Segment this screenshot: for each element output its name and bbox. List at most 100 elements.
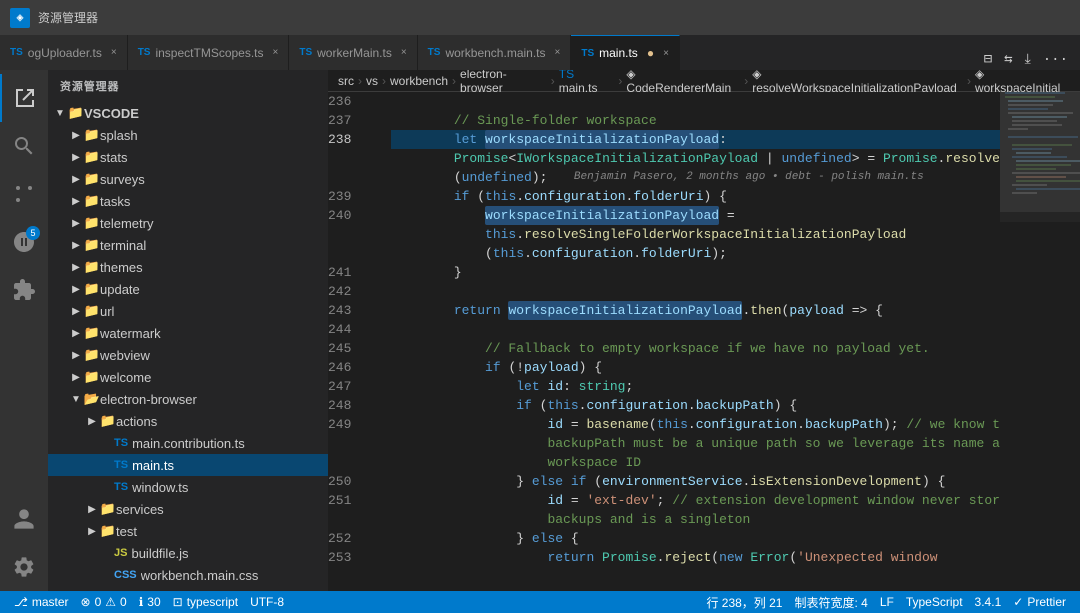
ts-file-icon: TS [114, 459, 128, 471]
collapse-icon[interactable]: ⤓ [1021, 50, 1035, 70]
line-num-236: 236 [328, 92, 367, 111]
tree-item-url[interactable]: ▶ 📁 url [48, 300, 328, 322]
activity-icon-account[interactable] [0, 495, 48, 543]
tree-item-vscode[interactable]: ▼ 📁 VSCODE [48, 102, 328, 124]
line-num-242: 242 [328, 282, 367, 301]
tree-item-stats[interactable]: ▶ 📁 stats [48, 146, 328, 168]
tab-workermain-close[interactable]: × [401, 47, 407, 58]
code-line-250: } else if (environmentService.isExtensio… [391, 472, 1000, 491]
status-language-file[interactable]: ⊡ typescript [167, 591, 244, 613]
breadcrumb-maints[interactable]: TS main.ts [559, 70, 615, 95]
activity-icon-search[interactable] [0, 122, 48, 170]
tree-item-actions[interactable]: ▶ 📁 actions [48, 410, 328, 432]
activity-icon-settings[interactable] [0, 543, 48, 591]
activity-icon-extensions[interactable] [0, 266, 48, 314]
no-arrow [98, 454, 114, 476]
line-num-248: 248 [328, 396, 367, 415]
line-num-240c [328, 244, 367, 263]
tree-item-tasks[interactable]: ▶ 📁 tasks [48, 190, 328, 212]
status-info[interactable]: ℹ 30 [133, 591, 167, 613]
tab-loguploader-close[interactable]: × [111, 47, 117, 58]
folder-icon: 📁 [84, 366, 100, 388]
ellipsis-icon[interactable]: ··· [1039, 50, 1072, 70]
no-arrow [98, 542, 114, 564]
breadcrumb-sep5: › [618, 74, 622, 88]
status-language-mode-label: TypeScript [906, 595, 963, 609]
breadcrumb-vs[interactable]: vs [366, 74, 378, 88]
line-num-239-blank2 [328, 168, 367, 187]
language-file-icon: ⊡ [173, 595, 183, 609]
breadcrumb-workspace[interactable]: ◈ workspaceInitial [975, 70, 1070, 95]
tree-item-themes[interactable]: ▶ 📁 themes [48, 256, 328, 278]
line-numbers: 236 237 238 239 240 241 242 243 [328, 92, 383, 591]
tree-item-electron-browser[interactable]: ▼ 📂 electron-browser [48, 388, 328, 410]
line-num-240b [328, 225, 367, 244]
title-text: 资源管理器 [38, 9, 98, 26]
code-scroll[interactable]: 236 237 238 239 240 241 242 243 [328, 92, 1000, 591]
activity-icon-git[interactable] [0, 170, 48, 218]
tab-workbenchmain[interactable]: TS workbench.main.ts × [418, 35, 572, 70]
tabs-bar: TS ogUploader.ts × TS inspectTMScopes.ts… [0, 35, 1080, 70]
tab-inspect[interactable]: TS inspectTMScopes.ts × [128, 35, 290, 70]
tree-item-surveys[interactable]: ▶ 📁 surveys [48, 168, 328, 190]
breadcrumb-coderenderer[interactable]: ◈ CodeRendererMain [626, 70, 740, 95]
status-prettier[interactable]: ✓ Prettier [1007, 591, 1072, 613]
more-tabs-icon[interactable]: ⇆ [1000, 49, 1016, 70]
tab-ts-icon: TS [10, 47, 23, 58]
breadcrumb-sep6: › [744, 74, 748, 88]
app-icon: ◈ [10, 8, 30, 28]
code-line-249: id = basename(this.configuration.backupP… [391, 415, 1000, 434]
code-line-252: } else { [391, 529, 1000, 548]
workbench-main-css-label: workbench.main.css [141, 568, 328, 583]
tree-item-buildfile-js[interactable]: JS buildfile.js [48, 542, 328, 564]
tree-item-services[interactable]: ▶ 📁 services [48, 498, 328, 520]
tree-item-main-contribution[interactable]: TS main.contribution.ts [48, 432, 328, 454]
tab-workbenchmain-close[interactable]: × [555, 47, 561, 58]
code-lines[interactable]: // Single-folder workspace let workspace… [383, 92, 1000, 591]
tab-workermain-label: workerMain.ts [317, 46, 392, 60]
line-num-240: 240 [328, 206, 367, 225]
line-num-245: 245 [328, 339, 367, 358]
status-row-col[interactable]: 行 238，列 21 [700, 591, 788, 613]
tree-item-test[interactable]: ▶ 📁 test [48, 520, 328, 542]
breadcrumb-workbench[interactable]: workbench [390, 74, 448, 88]
tree-item-window-ts[interactable]: TS window.ts [48, 476, 328, 498]
tab-maints[interactable]: TS main.ts ● × [571, 35, 680, 70]
code-line-244 [391, 320, 1000, 339]
tree-item-splash[interactable]: ▶ 📁 splash [48, 124, 328, 146]
status-ts-version[interactable]: 3.4.1 [969, 591, 1008, 613]
tab-maints-close[interactable]: × [663, 48, 669, 59]
tab-inspect-close[interactable]: × [273, 47, 279, 58]
splash-label: splash [100, 128, 328, 143]
status-language-mode[interactable]: TypeScript [900, 591, 969, 613]
tree-item-webview[interactable]: ▶ 📁 webview [48, 344, 328, 366]
line-num-244: 244 [328, 320, 367, 339]
status-ts-version-label: 3.4.1 [975, 595, 1002, 609]
chevron-right-icon: ▶ [68, 322, 84, 344]
status-git-branch[interactable]: ⎇ master [8, 591, 75, 613]
split-editor-icon[interactable]: ⊟ [980, 49, 996, 70]
tab-workermain[interactable]: TS workerMain.ts × [289, 35, 417, 70]
tab-loguploader[interactable]: TS ogUploader.ts × [0, 35, 128, 70]
breadcrumb-resolve[interactable]: ◈ resolveWorkspaceInitializationPayload [752, 70, 963, 95]
activity-icon-explorer[interactable] [0, 74, 48, 122]
status-errors[interactable]: ⊗ 0 ⚠ 0 [75, 591, 133, 613]
css-file-icon: CSS [114, 569, 137, 581]
tree-item-welcome[interactable]: ▶ 📁 welcome [48, 366, 328, 388]
breadcrumb-electron[interactable]: electron-browser [460, 70, 547, 95]
tree-item-telemetry[interactable]: ▶ 📁 telemetry [48, 212, 328, 234]
tree-item-workbench-main-css[interactable]: CSS workbench.main.css [48, 564, 328, 586]
no-arrow [98, 476, 114, 498]
tree-item-main-ts[interactable]: TS main.ts [48, 454, 328, 476]
status-line-ending[interactable]: LF [874, 591, 900, 613]
breadcrumb-src[interactable]: src [338, 74, 354, 88]
chevron-right-icon: ▶ [68, 278, 84, 300]
tree-item-update[interactable]: ▶ 📁 update [48, 278, 328, 300]
tree-item-watermark[interactable]: ▶ 📁 watermark [48, 322, 328, 344]
status-tab-size[interactable]: 制表符宽度: 4 [788, 591, 873, 613]
tree-item-terminal[interactable]: ▶ 📁 terminal [48, 234, 328, 256]
status-encoding[interactable]: UTF-8 [244, 591, 290, 613]
folder-icon: 📁 [84, 278, 100, 300]
activity-icon-debug[interactable]: 5 [0, 218, 48, 266]
js-file-icon: JS [114, 547, 127, 559]
